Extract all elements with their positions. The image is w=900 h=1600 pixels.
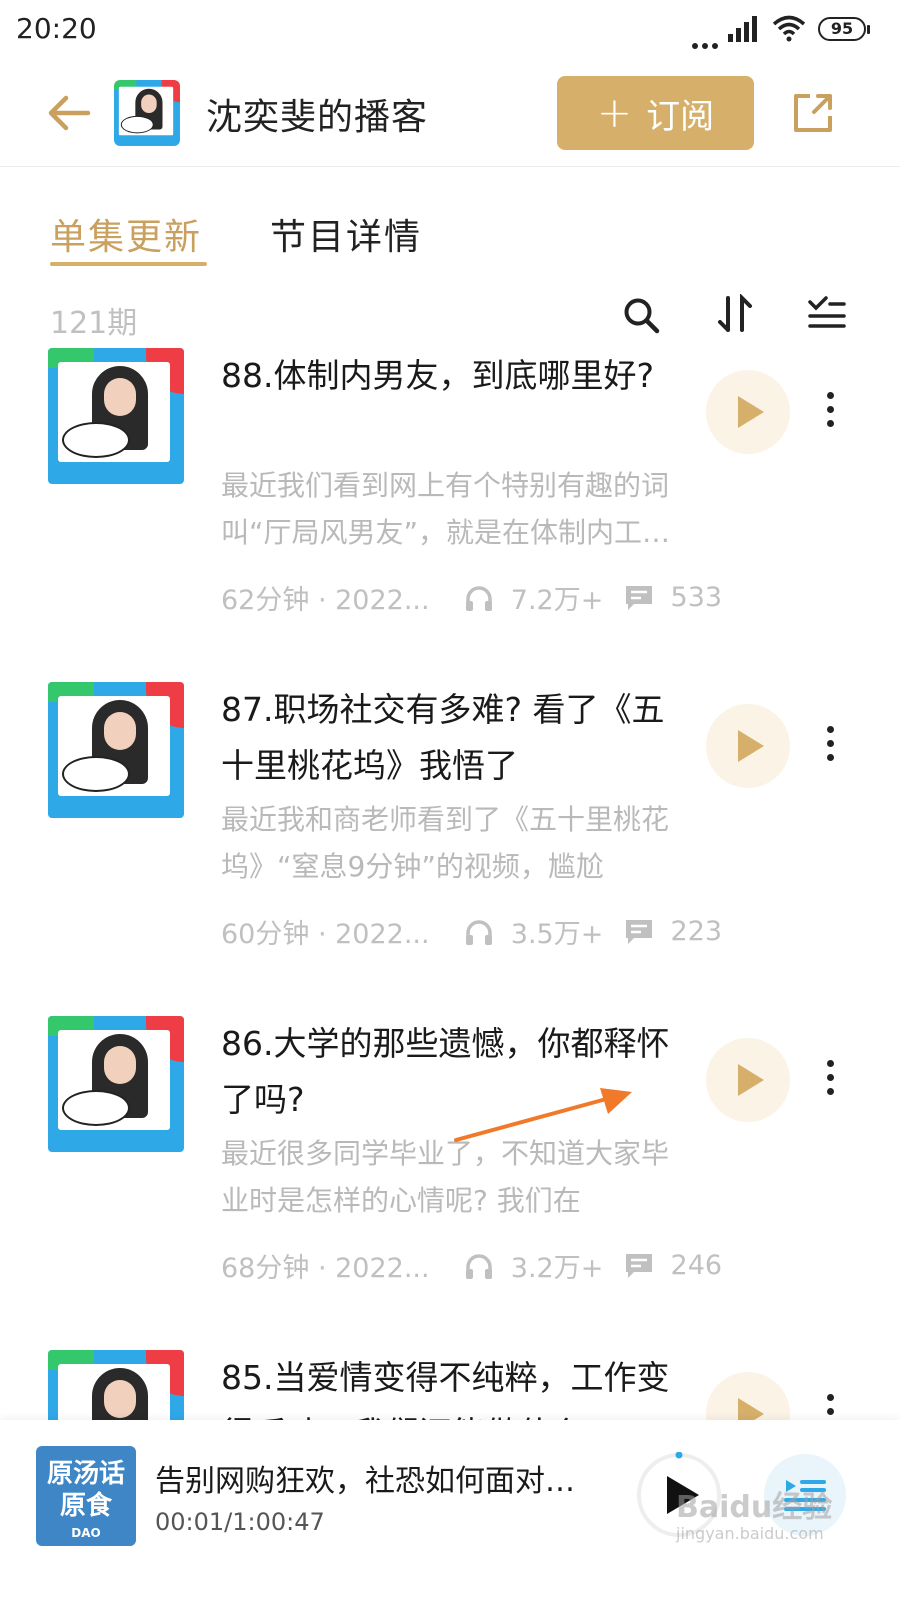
annotation-arrow-icon xyxy=(454,1088,632,1142)
comment-icon xyxy=(625,1253,652,1278)
episode-cover xyxy=(48,1016,184,1152)
episode-cover xyxy=(48,682,184,818)
duration-date: 68分钟 · 2022... xyxy=(221,1253,430,1284)
play-icon xyxy=(738,730,764,762)
episode-description: 最近我和商老师看到了《五十里桃花坞》“窒息9分钟”的视频，尴尬 xyxy=(221,803,670,883)
episode-play-button[interactable] xyxy=(706,370,790,454)
more-dots-icon xyxy=(692,34,722,53)
more-options-icon[interactable] xyxy=(818,392,842,436)
play-count: 3.5万+ xyxy=(510,919,604,950)
watermark-logo: Baidu经验 xyxy=(676,1490,833,1525)
headphones-icon xyxy=(466,1253,493,1279)
subscribe-label: 订阅 xyxy=(646,96,715,137)
episode-title: 88.体制内男友，到底哪里好? xyxy=(221,356,654,395)
comment-count: 246 xyxy=(670,1250,723,1281)
header-divider xyxy=(0,166,900,167)
episode-meta: 68分钟 · 2022... 3.2万+ 246 xyxy=(221,1246,722,1285)
batch-select-icon[interactable] xyxy=(808,296,846,334)
more-options-icon[interactable] xyxy=(818,1394,842,1420)
status-bar: 20:20 95 xyxy=(0,0,900,62)
episode-item[interactable]: 86.大学的那些遗憾，你都释怀了吗? 最近很多同学毕业了，不知道大家毕业时是怎样… xyxy=(0,1016,900,1350)
comment-count: 223 xyxy=(670,916,723,947)
back-arrow-icon[interactable] xyxy=(44,88,94,138)
podcast-cover-thumbnail xyxy=(114,80,180,146)
comment-icon xyxy=(625,585,652,610)
headphones-icon xyxy=(466,919,493,945)
podcast-title: 沈奕斐的播客 xyxy=(206,97,429,138)
more-options-icon[interactable] xyxy=(818,1060,842,1104)
episode-cover xyxy=(48,1350,184,1420)
play-icon xyxy=(738,1398,764,1420)
now-playing-title: 告别网购狂欢，社恐如何面对… xyxy=(155,1464,575,1499)
mini-player[interactable]: 原汤话原食 DAO 告别网购狂欢，社恐如何面对… 00:01/1:00:47 B… xyxy=(0,1420,900,1600)
status-time: 20:20 xyxy=(16,12,97,45)
now-playing-cover-brand: DAO xyxy=(71,1526,101,1540)
signal-icon xyxy=(728,16,757,42)
watermark-url: jingyan.baidu.com xyxy=(676,1524,824,1543)
share-icon[interactable] xyxy=(790,90,836,136)
episode-play-button[interactable] xyxy=(706,1372,790,1420)
episode-count: 121期 xyxy=(50,306,138,341)
play-count: 7.2万+ xyxy=(510,585,604,616)
more-options-icon[interactable] xyxy=(818,726,842,770)
episode-play-button[interactable] xyxy=(706,1038,790,1122)
plus-icon: + xyxy=(596,88,633,137)
play-icon xyxy=(738,1064,764,1096)
tab-episode-updates[interactable]: 单集更新 xyxy=(50,208,202,260)
wifi-icon xyxy=(772,15,806,42)
sort-icon[interactable] xyxy=(715,294,755,334)
now-playing-time: 00:01/1:00:47 xyxy=(155,1508,325,1536)
headphones-icon xyxy=(466,585,493,611)
search-icon[interactable] xyxy=(622,296,660,334)
episode-description: 最近我们看到网上有个特别有趣的词叫“厅局风男友”，就是在体制内工作的男生 xyxy=(221,469,671,549)
play-icon xyxy=(738,396,764,428)
duration-date: 62分钟 · 2022... xyxy=(221,585,430,616)
duration-date: 60分钟 · 2022... xyxy=(221,919,430,950)
tab-program-details[interactable]: 节目详情 xyxy=(270,208,422,260)
comment-count: 533 xyxy=(670,582,723,613)
now-playing-cover: 原汤话原食 DAO xyxy=(36,1446,136,1546)
episode-cover xyxy=(48,348,184,484)
episode-play-button[interactable] xyxy=(706,704,790,788)
play-count: 3.2万+ xyxy=(510,1253,604,1284)
comment-icon xyxy=(625,919,652,944)
episode-meta: 60分钟 · 2022... 3.5万+ 223 xyxy=(221,912,722,951)
now-playing-cover-text: 原汤话原食 xyxy=(46,1459,125,1521)
episode-item[interactable]: 88.体制内男友，到底哪里好? 最近我们看到网上有个特别有趣的词叫“厅局风男友”… xyxy=(0,348,900,682)
episode-title: 87.职场社交有多难? 看了《五十里桃花坞》我悟了 xyxy=(221,690,665,785)
episode-item[interactable]: 87.职场社交有多难? 看了《五十里桃花坞》我悟了 最近我和商老师看到了《五十里… xyxy=(0,682,900,1016)
episode-item[interactable]: 85.当爱情变得不纯粹，工作变得乏味，我们还能做什么? xyxy=(0,1350,900,1420)
subscribe-button[interactable]: + 订阅 xyxy=(557,76,754,150)
episode-meta: 62分钟 · 2022... 7.2万+ 533 xyxy=(221,578,722,617)
episode-title: 85.当爱情变得不纯粹，工作变得乏味，我们还能做什么? xyxy=(221,1358,670,1420)
active-tab-indicator xyxy=(50,262,207,266)
battery-indicator: 95 xyxy=(818,17,870,41)
